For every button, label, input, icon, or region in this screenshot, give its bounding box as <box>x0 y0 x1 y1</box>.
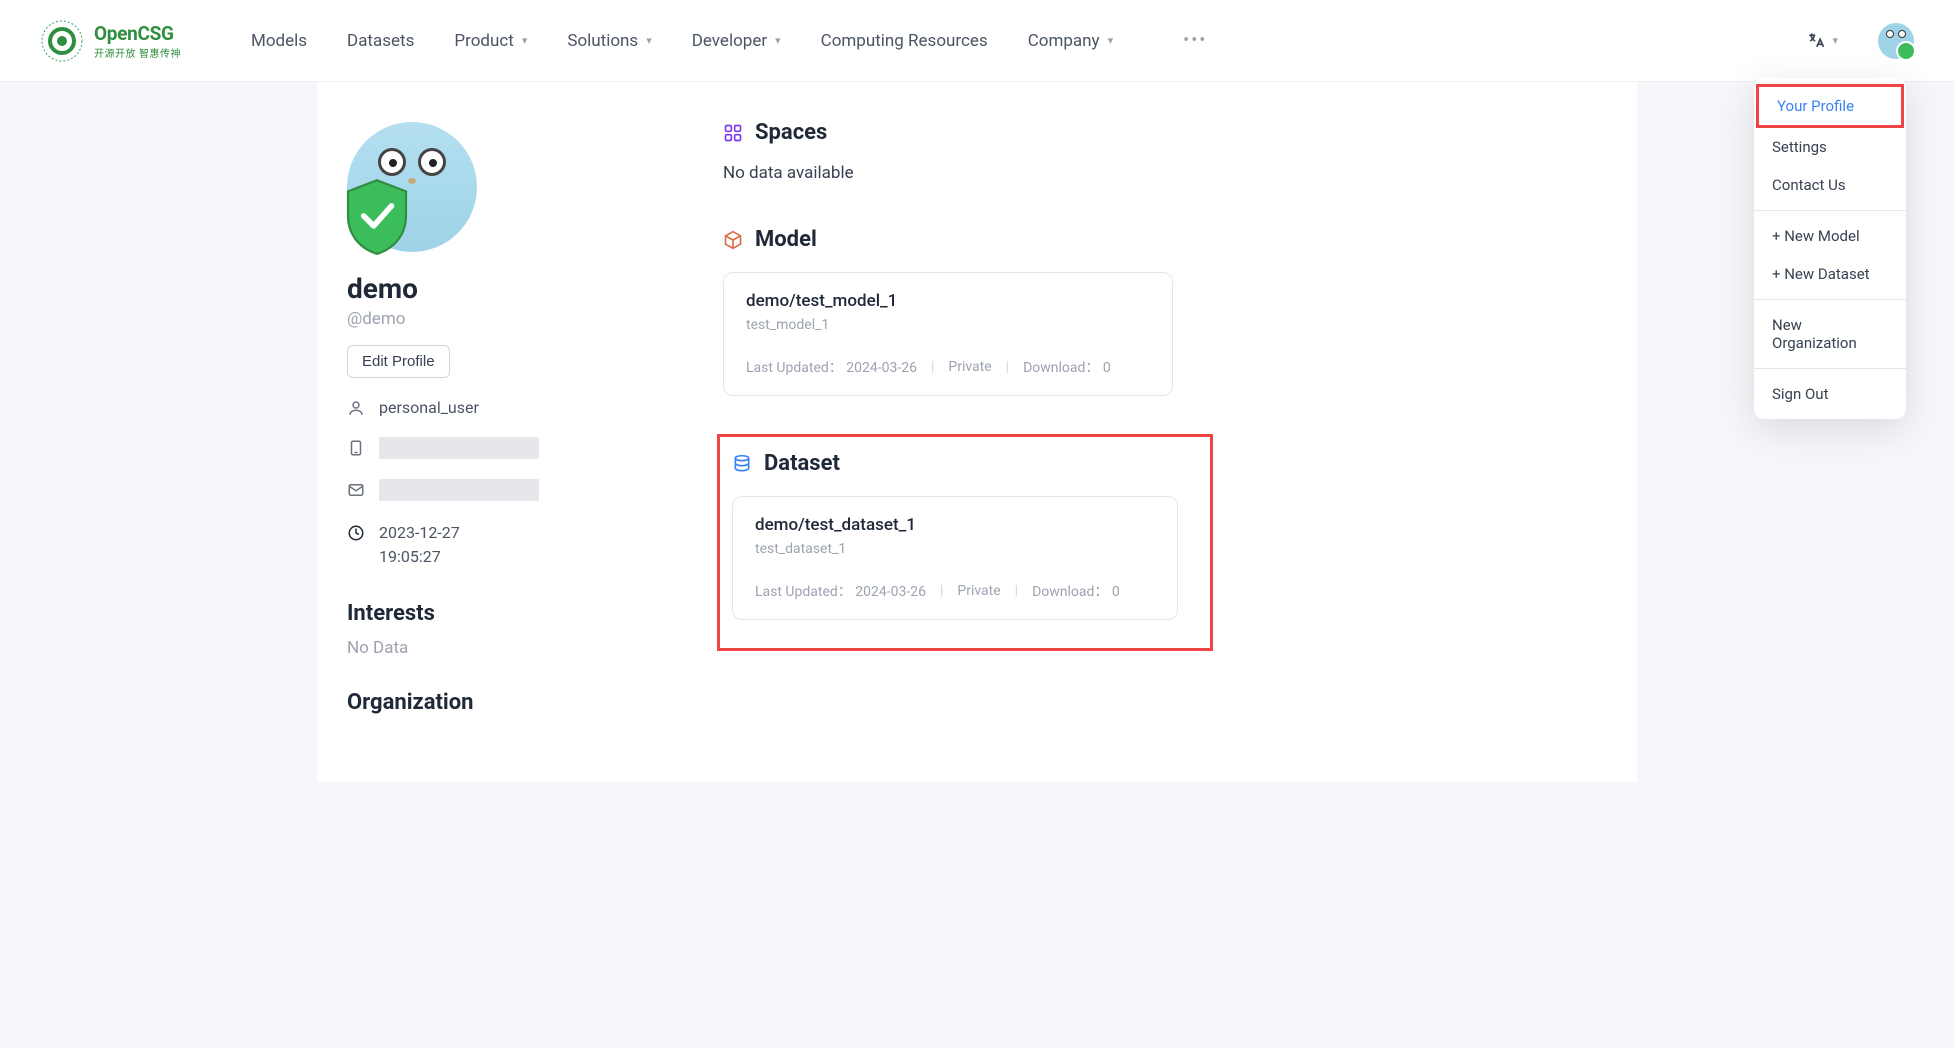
cube-icon <box>723 230 743 250</box>
translate-icon <box>1806 31 1826 51</box>
profile-role-row: personal_user <box>347 398 667 417</box>
redacted-email <box>379 479 539 501</box>
logo-icon <box>40 19 84 63</box>
chevron-down-icon: ▾ <box>522 34 528 47</box>
phone-icon <box>347 439 365 457</box>
logo-title: OpenCSG <box>94 22 181 45</box>
dataset-card-subtitle: test_dataset_1 <box>755 541 1155 557</box>
organization-title: Organization <box>347 690 667 715</box>
nav-datasets[interactable]: Datasets <box>347 31 414 51</box>
dataset-section-highlighted: Dataset demo/test_dataset_1 test_dataset… <box>717 434 1213 651</box>
main-content: Spaces No data available Model demo/test… <box>697 82 1637 782</box>
shield-icon <box>343 178 411 256</box>
profile-phone-row <box>347 437 667 459</box>
interests-title: Interests <box>347 601 667 626</box>
mail-icon <box>347 481 365 499</box>
dropdown-settings[interactable]: Settings <box>1754 128 1906 166</box>
profile-sidebar: demo @demo Edit Profile personal_user 20… <box>317 82 697 782</box>
nav-more[interactable]: ••• <box>1183 30 1207 51</box>
person-icon <box>347 399 365 417</box>
profile-date: 2023-12-27 <box>379 521 460 545</box>
dataset-card-meta: Last Updated： 2024-03-26 | Private | Dow… <box>755 581 1155 601</box>
profile-avatar <box>347 122 477 252</box>
model-card[interactable]: demo/test_model_1 test_model_1 Last Upda… <box>723 272 1173 396</box>
dropdown-new-dataset[interactable]: + New Dataset <box>1754 255 1906 293</box>
dropdown-contact[interactable]: Contact Us <box>1754 166 1906 204</box>
model-card-meta: Last Updated： 2024-03-26 | Private | Dow… <box>746 357 1150 377</box>
model-card-title: demo/test_model_1 <box>746 291 1150 311</box>
nav-product[interactable]: Product▾ <box>454 31 527 51</box>
model-card-subtitle: test_model_1 <box>746 317 1150 333</box>
divider <box>1754 210 1906 211</box>
logo[interactable]: OpenCSG 开源开放 智惠传神 <box>40 19 181 63</box>
nav-solutions[interactable]: Solutions▾ <box>567 31 651 51</box>
language-switcher[interactable]: ▾ <box>1806 31 1838 51</box>
main-nav: Models Datasets Product▾ Solutions▾ Deve… <box>251 30 1207 51</box>
divider <box>1754 299 1906 300</box>
profile-email-row <box>347 479 667 501</box>
profile-username: demo <box>347 272 667 305</box>
chevron-down-icon: ▾ <box>1108 34 1114 47</box>
database-icon <box>732 454 752 474</box>
nav-computing[interactable]: Computing Resources <box>821 31 988 51</box>
user-dropdown: Your Profile Settings Contact Us + New M… <box>1754 78 1906 419</box>
dataset-card[interactable]: demo/test_dataset_1 test_dataset_1 Last … <box>732 496 1178 620</box>
dropdown-new-model[interactable]: + New Model <box>1754 217 1906 255</box>
profile-joined-row: 2023-12-27 19:05:27 <box>347 521 667 569</box>
dropdown-your-profile[interactable]: Your Profile <box>1756 84 1904 128</box>
redacted-phone <box>379 437 539 459</box>
clock-icon <box>347 524 365 542</box>
grid-icon <box>723 123 743 143</box>
dataset-heading: Dataset <box>732 451 1192 476</box>
nav-company[interactable]: Company▾ <box>1028 31 1113 51</box>
profile-role: personal_user <box>379 398 479 417</box>
chevron-down-icon: ▾ <box>1832 34 1838 47</box>
nav-developer[interactable]: Developer▾ <box>692 31 781 51</box>
logo-subtitle: 开源开放 智惠传神 <box>94 45 181 60</box>
chevron-down-icon: ▾ <box>775 34 781 47</box>
dropdown-signout[interactable]: Sign Out <box>1754 375 1906 413</box>
interests-empty: No Data <box>347 638 667 658</box>
nav-models[interactable]: Models <box>251 31 307 51</box>
model-heading: Model <box>723 227 1607 252</box>
profile-handle: @demo <box>347 309 667 329</box>
user-avatar[interactable] <box>1878 23 1914 59</box>
dropdown-new-org[interactable]: New Organization <box>1754 306 1906 362</box>
dataset-card-title: demo/test_dataset_1 <box>755 515 1155 535</box>
spaces-empty: No data available <box>723 163 1607 183</box>
edit-profile-button[interactable]: Edit Profile <box>347 345 450 378</box>
profile-time: 19:05:27 <box>379 545 460 569</box>
spaces-heading: Spaces <box>723 120 1607 145</box>
header: OpenCSG 开源开放 智惠传神 Models Datasets Produc… <box>0 0 1954 82</box>
divider <box>1754 368 1906 369</box>
chevron-down-icon: ▾ <box>646 34 652 47</box>
